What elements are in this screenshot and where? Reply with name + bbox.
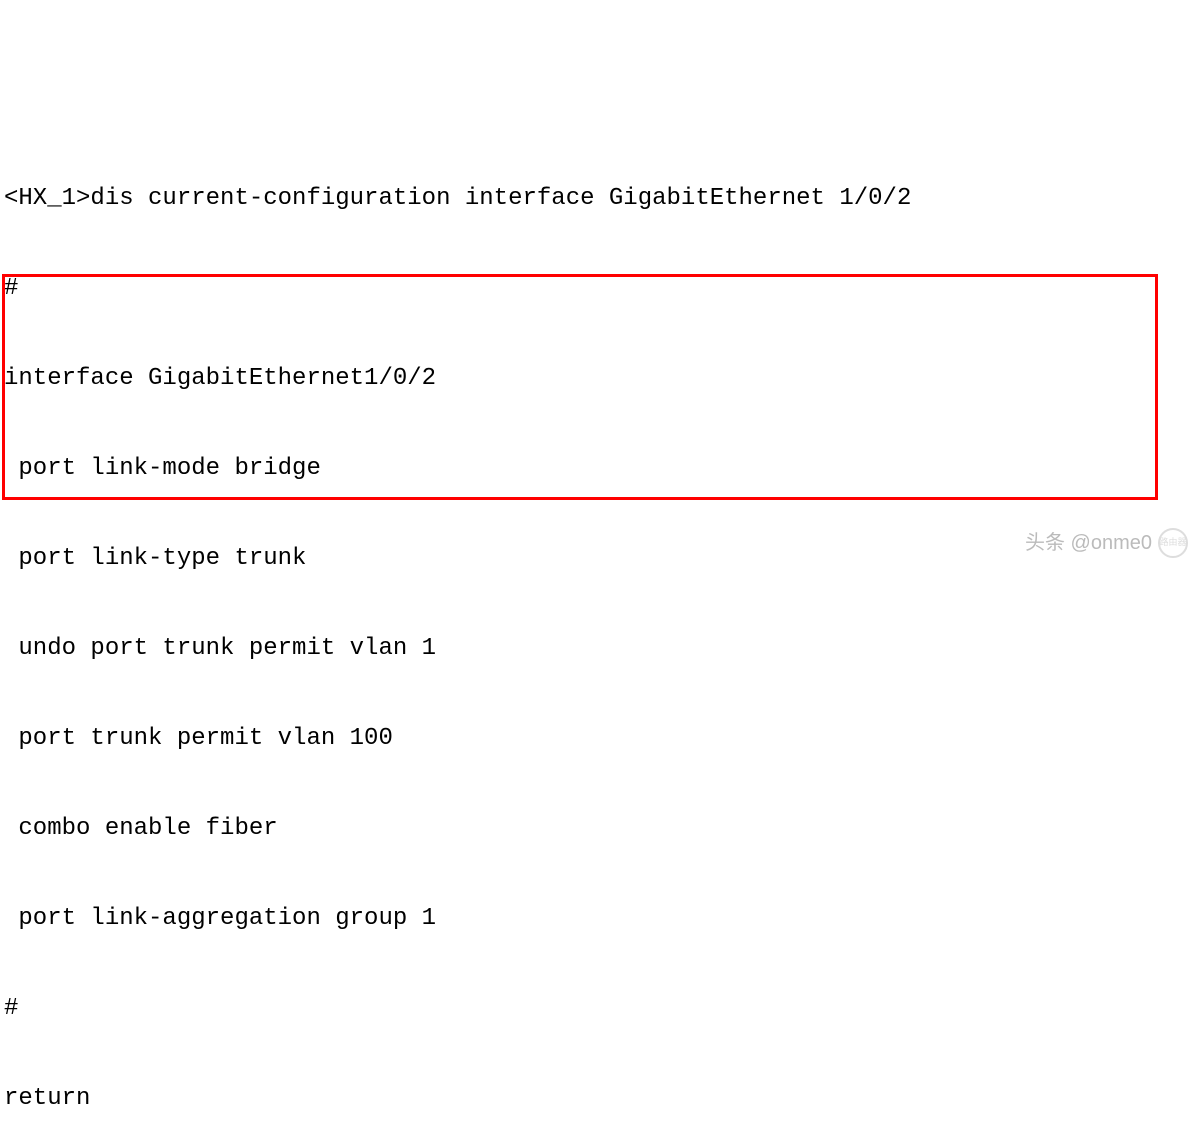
terminal-line: interface GigabitEthernet1/0/2	[4, 364, 1196, 394]
watermark-logo-icon: 路由器	[1158, 528, 1188, 558]
terminal-line: <HX_1>dis current-configuration interfac…	[4, 184, 1196, 214]
terminal-line: undo port trunk permit vlan 1	[4, 634, 1196, 664]
terminal-output[interactable]: <HX_1>dis current-configuration interfac…	[4, 124, 1196, 1128]
terminal-line: port trunk permit vlan 100	[4, 724, 1196, 754]
watermark: 头条 @onme0 路由器	[1025, 528, 1188, 558]
terminal-line: #	[4, 274, 1196, 304]
terminal-line: combo enable fiber	[4, 814, 1196, 844]
terminal-line: return	[4, 1084, 1196, 1114]
terminal-line: port link-aggregation group 1	[4, 904, 1196, 934]
watermark-text: 头条 @onme0	[1025, 531, 1152, 556]
terminal-line: #	[4, 994, 1196, 1024]
terminal-line: port link-mode bridge	[4, 454, 1196, 484]
terminal-line: port link-type trunk	[4, 544, 1196, 574]
